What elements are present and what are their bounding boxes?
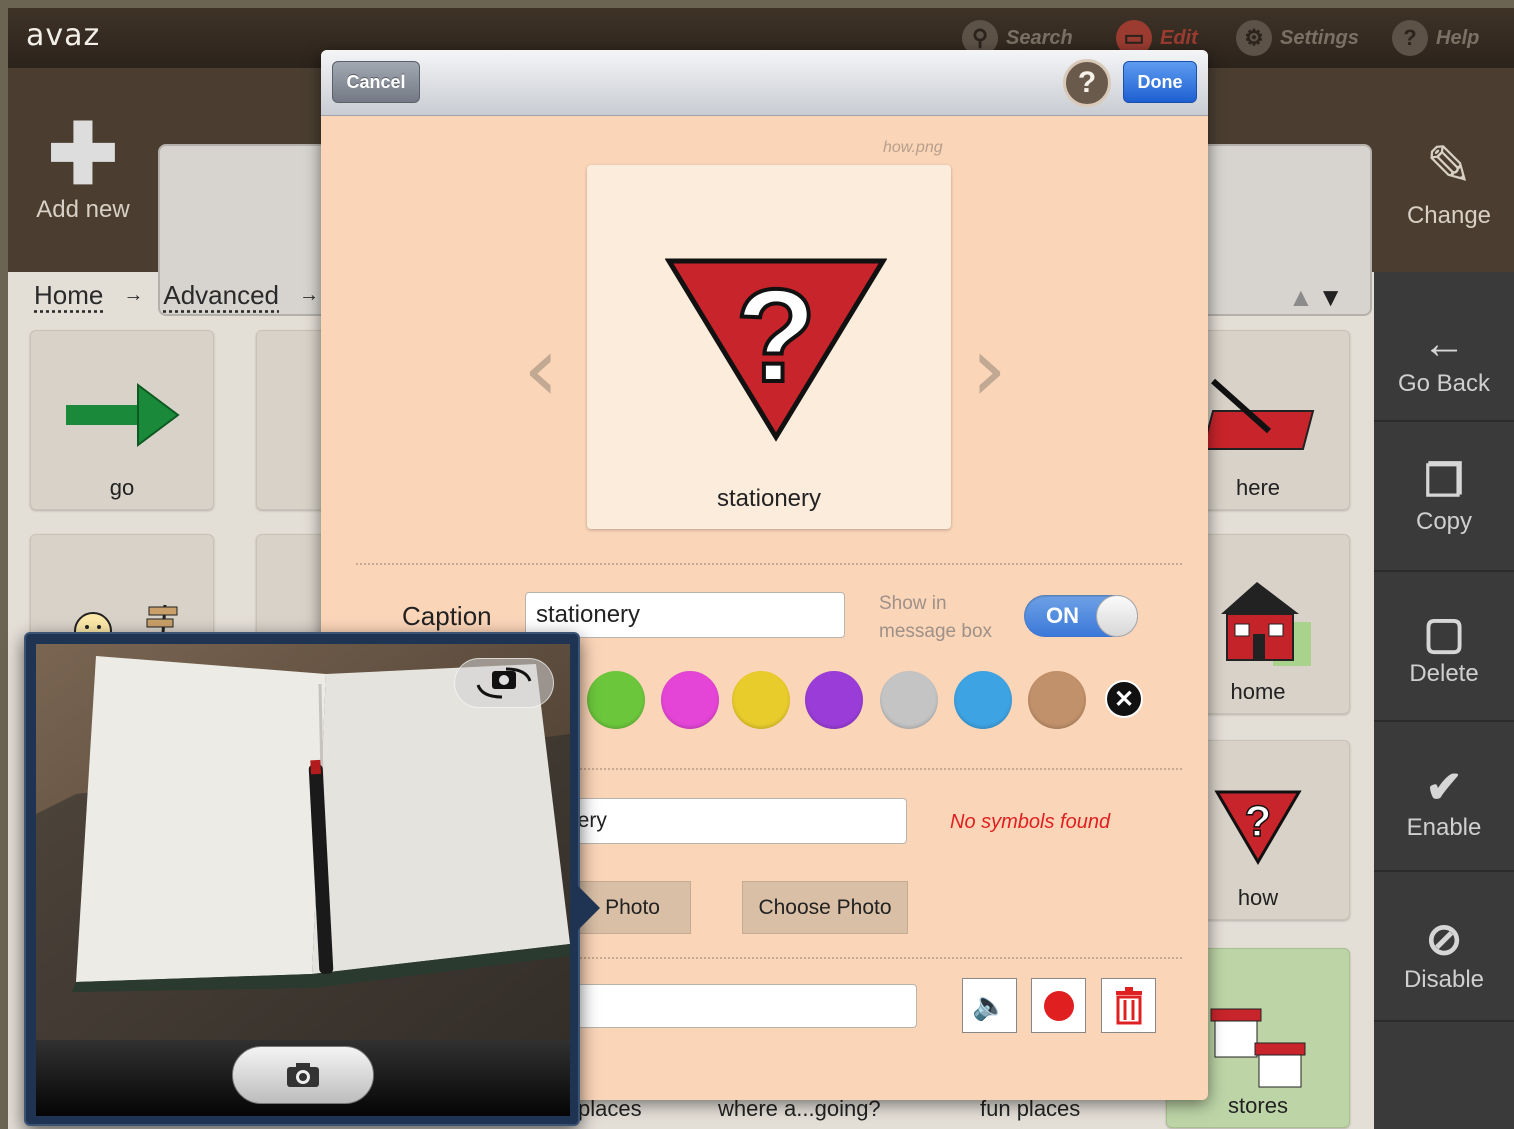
trash-icon: ▢ [1423,609,1465,658]
edit-icon: ✎ [1425,134,1473,197]
breadcrumb-home[interactable]: Home [34,280,103,311]
chevron-right-icon[interactable]: › [971,325,1007,415]
tile-caption: go [109,475,135,500]
delete-button[interactable]: ▢ Delete [1374,572,1514,722]
divider [356,563,1182,565]
delete-label: Delete [1409,660,1479,687]
copy-label: Copy [1415,508,1473,535]
copy-button[interactable]: ❐ Copy [1374,422,1514,572]
toggle-state: ON [1046,603,1079,628]
disable-button[interactable]: ⊘ Disable [1374,872,1514,1022]
toggle-knob [1096,595,1138,637]
speaker-icon: 🔈 [972,990,1007,1021]
record-icon [1043,990,1074,1021]
delete-sound-button[interactable] [1101,978,1156,1033]
color-swatch[interactable] [805,671,863,729]
camera-popover [24,632,600,1126]
nav-help-label: Help [1436,26,1480,49]
disable-icon: ⊘ [1425,915,1463,964]
symbol-preview-card: ? stationery [587,165,951,529]
action-sidebar: ← Go Back ❐ Copy ▢ Delete ✔ Enable ⊘ Dis… [1374,272,1514,1129]
go-arrow-icon [31,361,213,471]
camera-icon [287,1063,319,1087]
choose-photo-button[interactable]: Choose Photo [742,881,908,934]
enable-button[interactable]: ✔ Enable [1374,722,1514,872]
cancel-button[interactable]: Cancel [332,61,420,103]
show-label-line2: message box [879,621,993,642]
help-button[interactable]: ? [1063,59,1111,107]
show-label-line1: Show in [879,593,947,614]
add-new-button[interactable]: ✚ Add new [18,112,148,252]
trash-icon [1115,986,1142,1024]
done-button[interactable]: Done [1123,61,1197,103]
question-triangle-icon: ? [665,258,887,442]
nav-help[interactable]: ? Help [1392,18,1479,58]
clear-color-icon[interactable]: ✕ [1105,680,1143,718]
go-back-button[interactable]: ← Go Back [1374,272,1514,422]
show-in-message-box-toggle[interactable]: ON [1024,595,1138,637]
gear-icon: ⚙ [1236,20,1272,56]
breadcrumb-arrow-icon: → [123,284,144,306]
arrow-left-icon: ← [1422,319,1466,368]
breadcrumb-advanced[interactable]: Advanced [163,280,279,311]
color-swatch[interactable] [732,671,790,729]
page-down-icon[interactable]: ▼ [1318,282,1348,312]
shutter-button[interactable] [232,1046,374,1104]
dialog-header: Cancel ? Done [321,50,1208,116]
plus-icon: ✚ [47,107,119,201]
caption-label: Caption [402,601,492,631]
camera-toolbar [36,1040,570,1116]
add-new-label: Add new [36,196,130,223]
svg-text:?: ? [736,262,817,409]
nav-settings-label: Settings [1280,26,1359,49]
copy-icon: ❐ [1424,457,1464,506]
play-sound-button[interactable]: 🔈 [962,978,1017,1033]
preview-caption: stationery [716,485,822,512]
app-logo: avaz [26,18,101,53]
switch-camera-icon[interactable] [454,658,554,708]
svg-text:?: ? [1245,797,1272,846]
camera-viewfinder [36,644,570,1040]
show-in-message-box-label: Show in message box [879,590,992,646]
color-swatch[interactable] [587,671,645,729]
change-button[interactable]: ✎ Change [1394,130,1504,250]
nav-settings[interactable]: ⚙ Settings [1236,18,1359,58]
symbol-search-input[interactable]: nery [551,798,907,844]
breadcrumb-arrow-icon: → [299,284,320,306]
color-swatch[interactable] [954,671,1012,729]
change-label: Change [1406,202,1492,229]
no-symbols-message: No symbols found [950,811,1111,833]
disable-label: Disable [1403,966,1485,993]
nav-search-label: Search [1006,26,1073,49]
color-swatch[interactable] [661,671,719,729]
help-icon: ? [1392,20,1428,56]
nav-edit-label: Edit [1160,26,1198,49]
checkmark-icon: ✔ [1425,763,1463,812]
breadcrumb: Home → Advanced → [34,280,319,311]
record-button[interactable] [1031,978,1086,1033]
go-back-label: Go Back [1397,370,1491,397]
color-swatch[interactable] [1028,671,1086,729]
pager: ▲▼ [1288,282,1347,313]
color-swatch[interactable] [880,671,938,729]
page-up-icon[interactable]: ▲ [1288,282,1318,312]
sound-text-input[interactable] [553,984,917,1028]
chevron-left-icon[interactable]: ‹ [523,325,559,415]
enable-label: Enable [1406,814,1482,841]
image-filename: how.png [883,139,943,156]
tile-go[interactable]: go [30,330,214,510]
